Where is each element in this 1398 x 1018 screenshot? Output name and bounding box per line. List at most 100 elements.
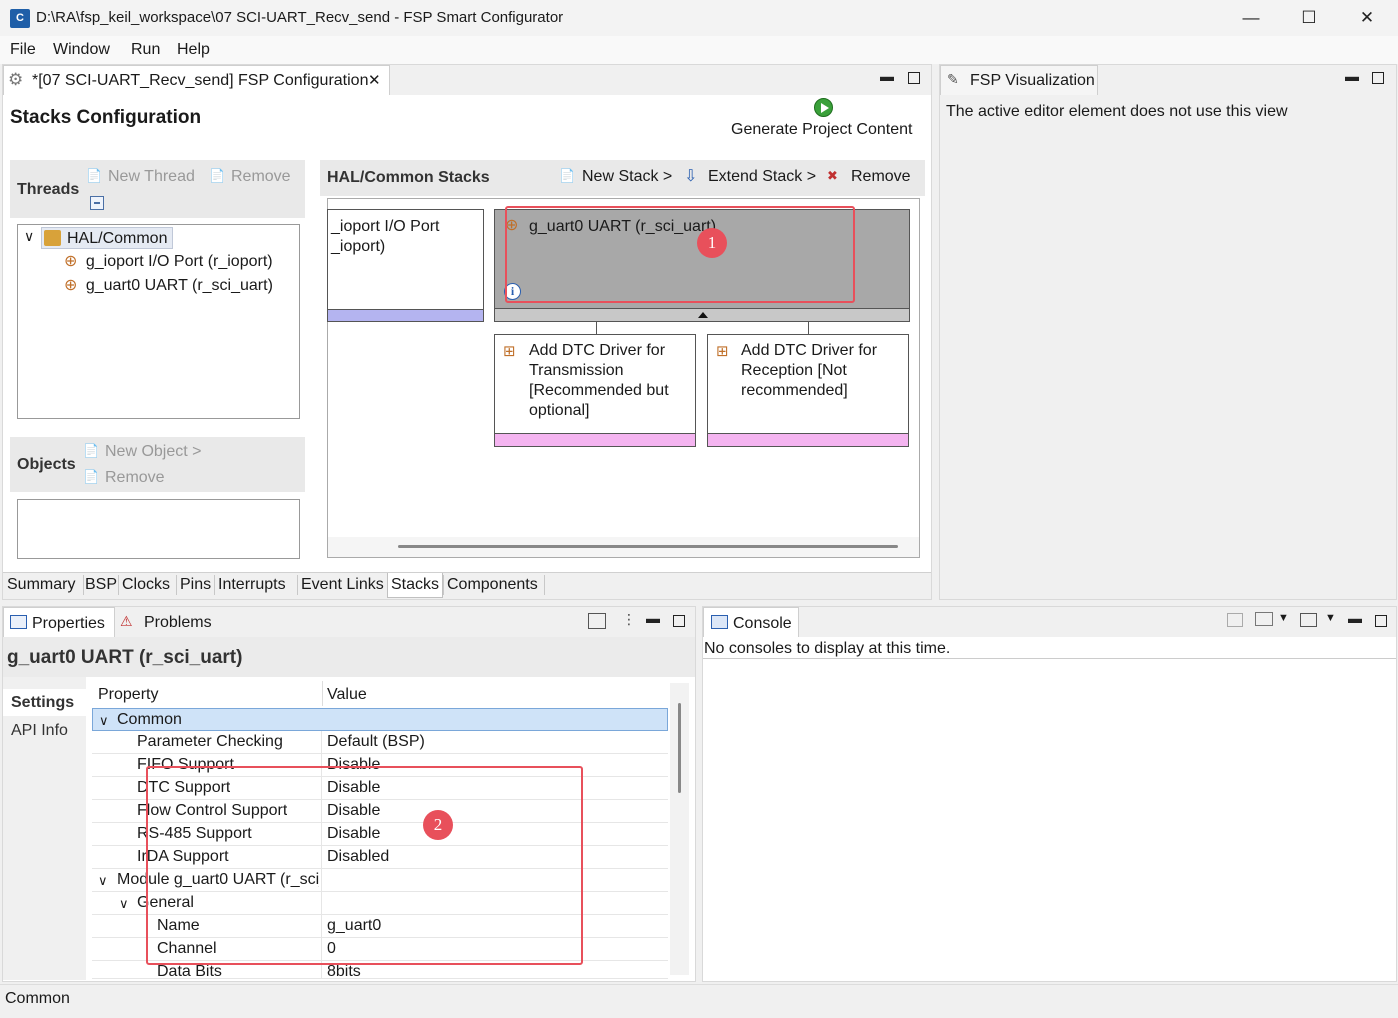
maximize-button[interactable]: ☐ [1280, 0, 1338, 36]
dropdown-arrow-icon[interactable]: ▼ [1278, 612, 1289, 624]
new-stack-button[interactable]: New Stack > [582, 168, 672, 186]
visualization-tab-label: FSP Visualization [970, 72, 1095, 89]
console-panel [702, 606, 1397, 982]
threads-tree: ∨ HAL/Common ⊕ g_ioport I/O Port (r_iopo… [17, 224, 300, 419]
tab-components[interactable]: Components [447, 573, 538, 598]
pin-icon[interactable] [588, 613, 606, 629]
stack-card-ioport[interactable]: _ioport I/O Port _ioport) [327, 209, 484, 322]
console-message-bar: No consoles to display at this time. [703, 637, 1396, 659]
tab-divider [83, 575, 84, 595]
property-value[interactable]: 8bits [327, 963, 361, 978]
console-message: No consoles to display at this time. [704, 640, 951, 657]
threads-header: Threads 📄 New Thread 📄 Remove [10, 160, 305, 218]
card-footer [708, 433, 908, 446]
menu-help[interactable]: Help [177, 41, 210, 59]
objects-header: Objects 📄 New Object > 📄 Remove [10, 437, 305, 492]
tree-item-uart[interactable]: ⊕ g_uart0 UART (r_sci_uart) [64, 275, 273, 295]
maximize-view-icon[interactable] [673, 615, 685, 627]
table-row[interactable]: ∨ Common [92, 708, 668, 731]
generate-project-button[interactable]: Generate Project Content [731, 121, 912, 139]
tab-pins[interactable]: Pins [180, 573, 211, 598]
card-footer [495, 433, 695, 446]
column-header-property: Property [98, 686, 159, 703]
close-button[interactable]: ✕ [1338, 0, 1396, 36]
gear-icon: ⚙ [8, 70, 24, 89]
connector-line [808, 322, 809, 334]
remove-object-icon: 📄 [83, 469, 100, 484]
remove-object-button[interactable]: Remove [105, 469, 165, 487]
card-label: Add DTC Driver for Reception [Not recomm… [741, 342, 878, 399]
minimize-view-icon[interactable]: ▬ [880, 68, 894, 84]
tab-interrupts[interactable]: Interrupts [218, 573, 286, 598]
table-row[interactable]: Parameter Checking Default (BSP) [92, 731, 668, 754]
menu-run[interactable]: Run [131, 41, 160, 59]
maximize-view-icon[interactable] [1375, 615, 1387, 627]
collapse-arrow-icon[interactable] [698, 312, 708, 318]
properties-vscroll-thumb[interactable] [678, 703, 681, 793]
properties-vscroll-track[interactable] [670, 683, 689, 975]
stack-card-dtc-rx[interactable]: ⊞ Add DTC Driver for Reception [Not reco… [707, 334, 909, 447]
property-value[interactable]: Default (BSP) [327, 733, 425, 751]
add-component-icon: ⊞ [503, 343, 516, 360]
minimize-view-icon[interactable]: ▬ [646, 610, 660, 626]
maximize-view-icon[interactable] [1372, 72, 1384, 84]
objects-label: Objects [17, 456, 76, 473]
pin-console-icon[interactable] [1227, 613, 1243, 627]
tab-properties[interactable]: Properties [3, 607, 115, 637]
tab-bsp[interactable]: BSP [85, 573, 117, 598]
new-object-button[interactable]: New Object > [105, 443, 201, 461]
maximize-view-icon[interactable] [908, 72, 920, 84]
tab-clocks[interactable]: Clocks [122, 573, 170, 598]
tree-item-ioport[interactable]: ⊕ g_ioport I/O Port (r_ioport) [64, 251, 273, 271]
properties-title-bar: g_uart0 UART (r_sci_uart) [3, 637, 695, 677]
remove-stack-button[interactable]: Remove [851, 168, 911, 186]
minimize-view-icon[interactable]: ▬ [1345, 68, 1359, 84]
annotation-badge-2: 2 [423, 810, 453, 840]
menu-window[interactable]: Window [53, 41, 110, 59]
editor-tab-label: *[07 SCI-UART_Recv_send] FSP Configurati… [32, 72, 369, 89]
tab-problems[interactable]: ⚠ Problems [120, 607, 230, 637]
tab-summary[interactable]: Summary [7, 573, 75, 598]
tab-divider [443, 575, 444, 595]
annotation-box-1 [505, 206, 855, 303]
tab-stacks[interactable]: Stacks [387, 573, 444, 598]
visualization-tab[interactable]: ✎ FSP Visualization [940, 65, 1098, 95]
stacks-label: HAL/Common Stacks [327, 169, 490, 186]
objects-list [17, 499, 300, 559]
stacks-hscroll-thumb[interactable] [398, 545, 898, 548]
card-label: Add DTC Driver for Transmission [Recomme… [529, 342, 669, 419]
expand-caret-icon[interactable]: ∨ [98, 873, 108, 889]
menu-file[interactable]: File [10, 41, 36, 59]
expand-caret-icon[interactable]: ∨ [99, 713, 109, 729]
minimize-view-icon[interactable]: ▬ [1348, 610, 1362, 626]
tab-event-links[interactable]: Event Links [301, 573, 384, 598]
title-bar: C D:\RA\fsp_keil_workspace\07 SCI-UART_R… [0, 0, 1398, 36]
stacks-header: HAL/Common Stacks 📄 New Stack > ⇩ Extend… [320, 160, 925, 196]
extend-stack-button[interactable]: Extend Stack > [708, 168, 816, 186]
card-footer [328, 309, 483, 321]
property-key: Parameter Checking [137, 733, 283, 750]
side-tab-api-info[interactable]: API Info [3, 717, 86, 744]
stack-card-dtc-tx[interactable]: ⊞ Add DTC Driver for Transmission [Recom… [494, 334, 696, 447]
new-thread-button[interactable]: New Thread [108, 168, 195, 186]
tree-item-hal-common[interactable]: HAL/Common [41, 227, 173, 249]
open-console-icon[interactable] [1300, 613, 1317, 627]
side-tab-settings[interactable]: Settings [3, 689, 86, 716]
display-console-icon[interactable] [1255, 612, 1273, 626]
play-icon[interactable] [814, 98, 833, 117]
tab-problems-label: Problems [144, 614, 212, 631]
minimize-button[interactable]: — [1222, 0, 1280, 36]
property-key: Common [117, 711, 182, 728]
stacks-hscroll-track[interactable] [328, 537, 919, 557]
properties-title: g_uart0 UART (r_sci_uart) [7, 647, 243, 668]
remove-thread-button[interactable]: Remove [231, 168, 291, 186]
collapse-icon[interactable] [90, 196, 104, 210]
tab-close-icon[interactable]: ✕ [368, 71, 381, 89]
console-tab-header [703, 607, 1396, 637]
expand-caret-icon[interactable]: ∨ [119, 896, 129, 912]
more-options-icon[interactable]: ⋮ [622, 611, 636, 628]
tree-expand-icon[interactable]: ∨ [24, 228, 34, 245]
editor-tab[interactable]: ⚙ *[07 SCI-UART_Recv_send] FSP Configura… [3, 65, 390, 95]
tab-console[interactable]: Console [703, 607, 799, 637]
dropdown-arrow-icon[interactable]: ▼ [1325, 612, 1336, 624]
